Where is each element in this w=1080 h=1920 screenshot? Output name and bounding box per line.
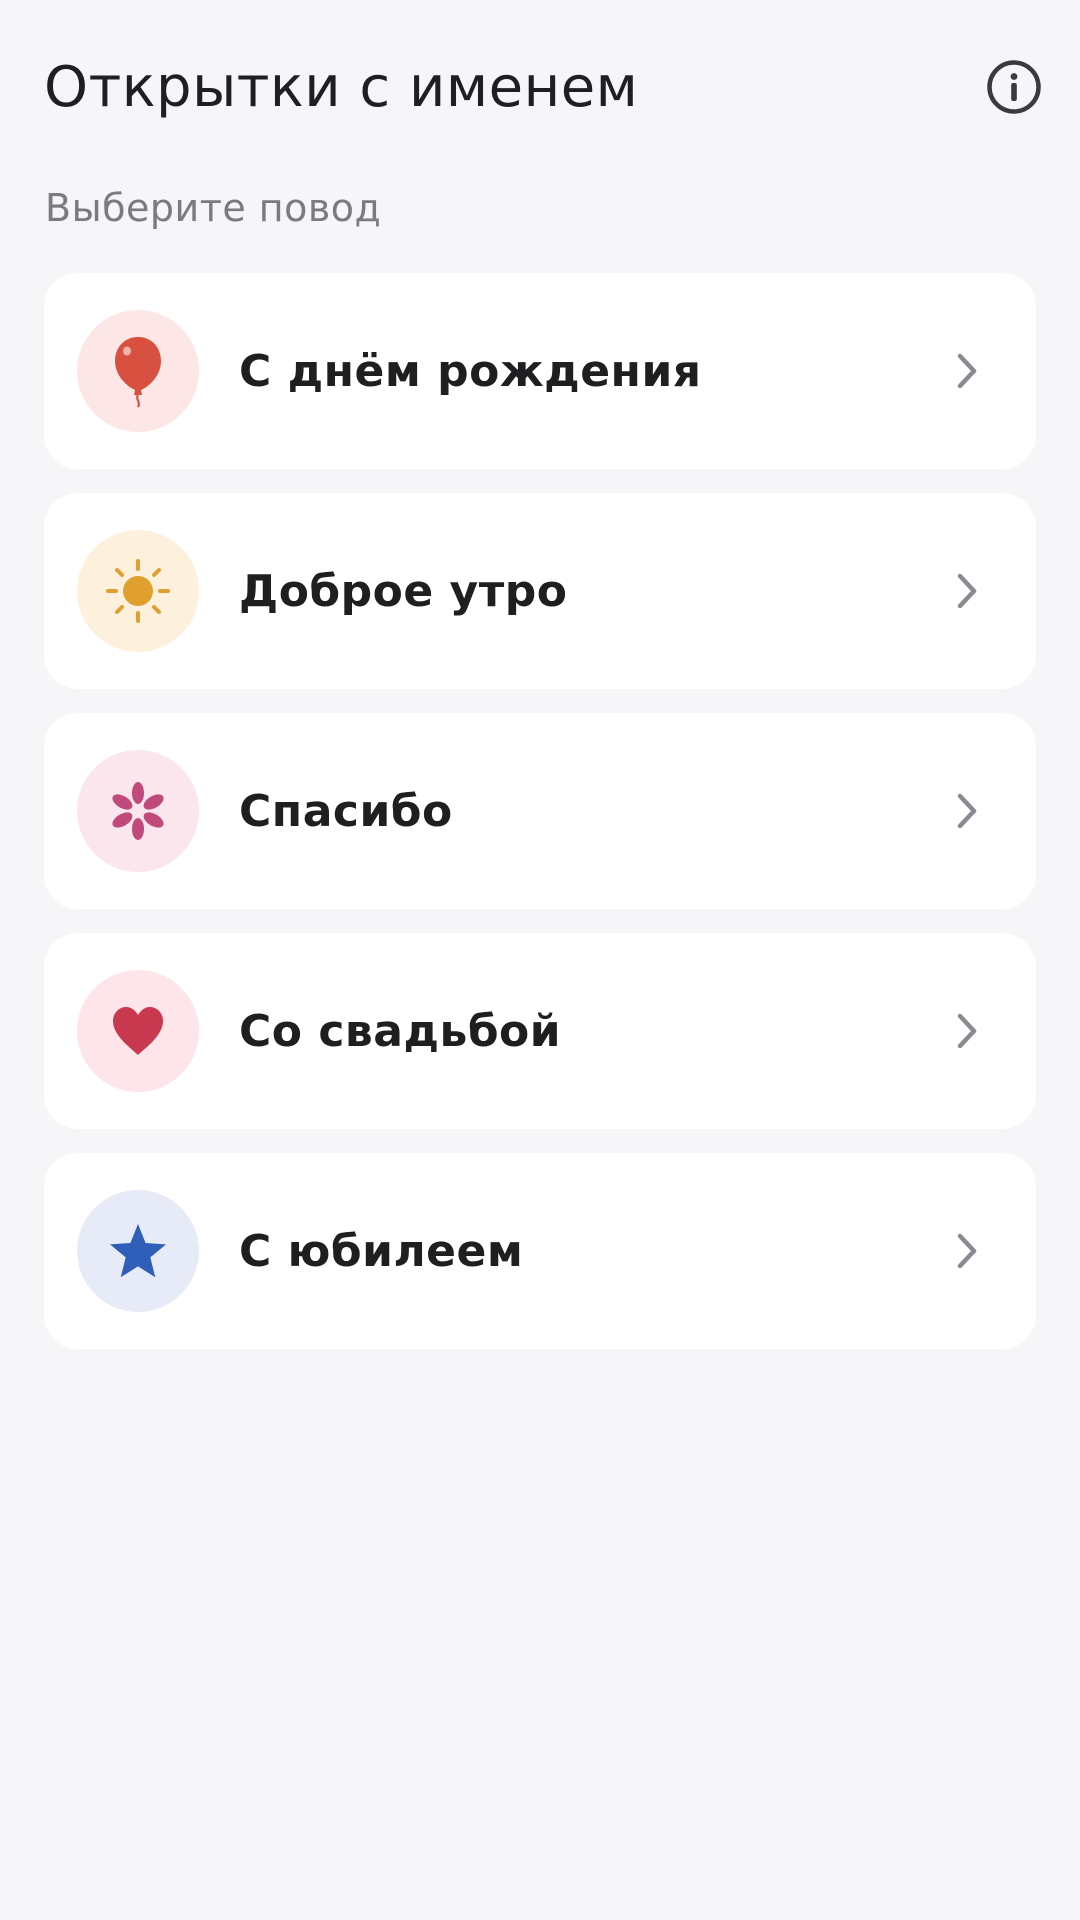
header: Открытки с именем — [44, 42, 1044, 132]
flower-icon — [112, 782, 164, 840]
info-button[interactable] — [984, 57, 1044, 117]
icon-badge — [77, 1190, 199, 1312]
occasion-label: С юбилеем — [239, 1225, 524, 1277]
chevron-right-icon — [952, 1011, 982, 1051]
occasion-list: С днём рождения Доброе утро Спасибо Со с… — [44, 273, 1036, 1373]
page-title: Открытки с именем — [44, 54, 639, 120]
occasion-anniversary[interactable]: С юбилеем — [44, 1153, 1036, 1349]
chevron-right-icon — [952, 571, 982, 611]
star-icon — [110, 1224, 166, 1278]
icon-badge — [77, 530, 199, 652]
chevron-right-icon — [952, 351, 982, 391]
sun-icon — [106, 559, 170, 623]
section-subtitle: Выберите повод — [45, 186, 382, 230]
icon-badge — [77, 310, 199, 432]
occasion-birthday[interactable]: С днём рождения — [44, 273, 1036, 469]
icon-badge — [77, 750, 199, 872]
info-icon — [987, 60, 1041, 114]
occasion-label: Со свадьбой — [239, 1005, 562, 1057]
occasion-thanks[interactable]: Спасибо — [44, 713, 1036, 909]
occasion-label: С днём рождения — [239, 345, 702, 397]
occasion-wedding[interactable]: Со свадьбой — [44, 933, 1036, 1129]
chevron-right-icon — [952, 1231, 982, 1271]
occasion-label: Спасибо — [239, 785, 453, 837]
heart-icon — [113, 1007, 163, 1055]
balloon-icon — [115, 337, 161, 408]
icon-badge — [77, 970, 199, 1092]
occasion-label: Доброе утро — [239, 565, 568, 617]
chevron-right-icon — [952, 791, 982, 831]
occasion-good-morning[interactable]: Доброе утро — [44, 493, 1036, 689]
